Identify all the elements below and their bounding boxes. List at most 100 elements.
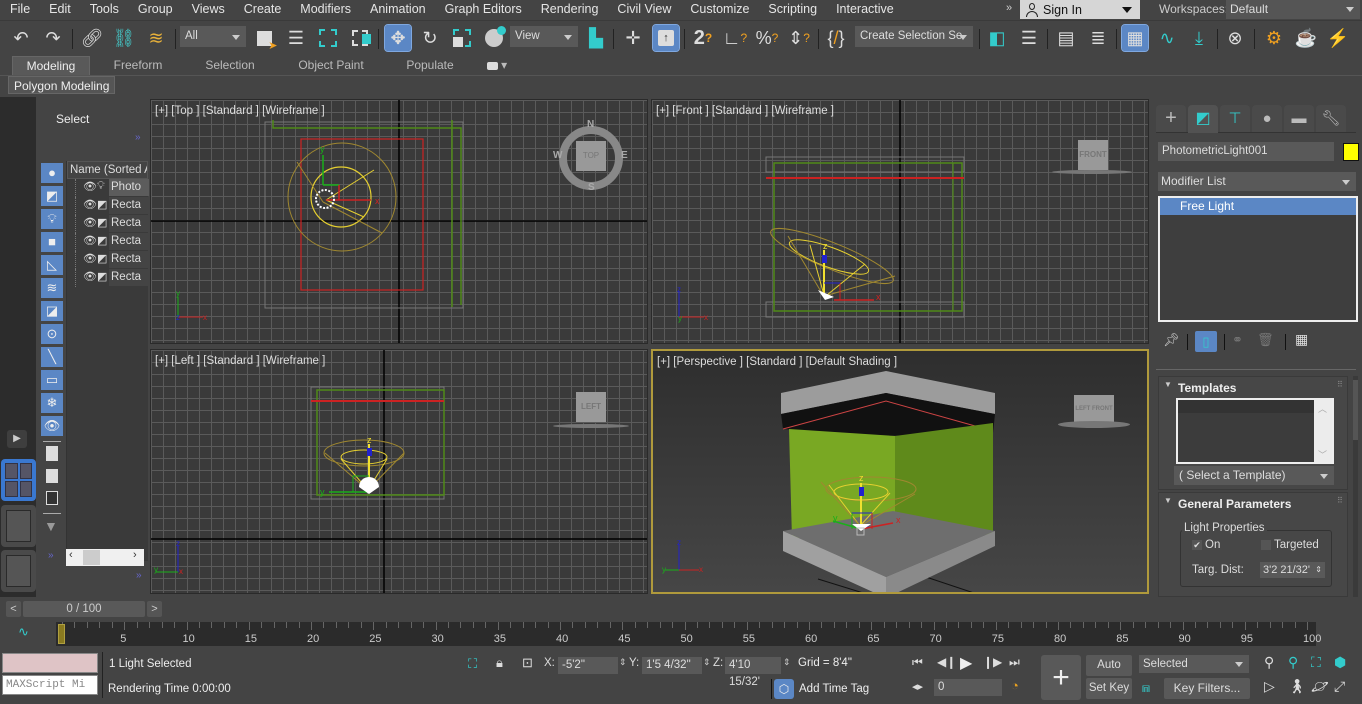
- time-marker[interactable]: [58, 624, 65, 644]
- vertical-scrollbar[interactable]: ︿ ﹀: [1314, 400, 1332, 462]
- menu-graph-editors[interactable]: Graph Editors: [435, 0, 531, 19]
- viewport-top[interactable]: [+] [Top ] [Standard ] [Wireframe ] x y …: [150, 99, 648, 344]
- visibility-eye-icon[interactable]: 👁︎: [83, 252, 97, 265]
- curve-editor-mini-icon[interactable]: ∿: [18, 624, 29, 640]
- object-name-input[interactable]: PhotometricLight001: [1158, 142, 1334, 161]
- zoom-extents-all-icon[interactable]: ⬢: [1334, 654, 1346, 671]
- sign-in-dropdown[interactable]: Sign In: [1020, 0, 1140, 19]
- remove-modifier-icon[interactable]: 🗑︎: [1257, 332, 1274, 348]
- select-move-icon[interactable]: ✥: [384, 24, 412, 52]
- rollout-collapse-icon[interactable]: ▼: [1164, 496, 1172, 505]
- viewport-label[interactable]: [+] [Perspective ] [Standard ] [Default …: [657, 356, 897, 368]
- select-scale-icon[interactable]: [449, 25, 475, 51]
- tab-modeling[interactable]: Modeling: [12, 56, 90, 75]
- default-in-out-tangents-icon[interactable]: ⩎: [1142, 679, 1150, 696]
- hierarchy-tab[interactable]: ⊤: [1220, 105, 1250, 132]
- helpers-filter-icon[interactable]: ◺: [41, 255, 63, 275]
- template-select-dropdown[interactable]: ( Select a Template): [1174, 466, 1334, 485]
- time-tag-icon[interactable]: ⬡: [774, 679, 794, 699]
- on-checkbox[interactable]: ✔: [1192, 540, 1202, 550]
- viewport-front[interactable]: [+] [Front ] [Standard ] [Wireframe ] z …: [651, 99, 1149, 344]
- auto-key-button[interactable]: Auto Key: [1086, 655, 1132, 692]
- layout-four-viewports[interactable]: [1, 459, 36, 501]
- targeted-checkbox[interactable]: [1261, 540, 1271, 550]
- viewport-label[interactable]: [+] [Front ] [Standard ] [Wireframe ]: [656, 105, 834, 117]
- zoom-all-icon[interactable]: ⚲: [1288, 654, 1298, 671]
- select-rotate-icon[interactable]: ↻: [417, 25, 443, 51]
- menu-tools[interactable]: Tools: [80, 0, 128, 19]
- expand-arrows-icon[interactable]: »: [48, 550, 54, 561]
- expand-arrows-icon[interactable]: »: [135, 132, 141, 143]
- rect-selection-region-icon[interactable]: [315, 25, 341, 51]
- set-key-button[interactable]: Set Key: [1086, 678, 1132, 699]
- time-slider[interactable]: 0 / 100: [23, 601, 145, 617]
- scroll-thumb[interactable]: [83, 550, 100, 565]
- stack-item-free-light[interactable]: Free Light: [1160, 198, 1356, 215]
- viewcube[interactable]: LEFT: [576, 392, 606, 422]
- scene-tree-row[interactable]: 👁︎ 💡︎ Photo: [75, 179, 149, 197]
- edit-named-selection-icon[interactable]: {/}: [823, 25, 849, 51]
- maximize-viewport-icon[interactable]: ⤢: [1334, 678, 1345, 695]
- scene-tree-row[interactable]: 👁︎ ◩ Recta: [75, 233, 149, 251]
- angle-snap-icon[interactable]: ∟?: [722, 25, 748, 51]
- track-bar[interactable]: 0510152025303540455055606570758085909510…: [56, 622, 1321, 646]
- viewport-label[interactable]: [+] [Top ] [Standard ] [Wireframe ]: [155, 105, 325, 117]
- expand-arrows-icon[interactable]: »: [136, 570, 142, 581]
- align-icon[interactable]: ☰: [1016, 25, 1042, 51]
- expand-layout-button[interactable]: ▶: [7, 430, 27, 448]
- xrefs-filter-icon[interactable]: ⊙: [41, 324, 63, 344]
- select-manipulate-icon[interactable]: ✛: [620, 25, 646, 51]
- command-panel-scrollbar[interactable]: [1353, 376, 1358, 597]
- scene-explorer-icon[interactable]: ▤: [1053, 25, 1079, 51]
- viewcube-ring[interactable]: [1052, 170, 1132, 174]
- hidden-filter-icon[interactable]: 👁︎: [41, 416, 63, 436]
- redo-icon[interactable]: ↷: [40, 25, 66, 51]
- shapes-filter-icon[interactable]: ◩: [41, 186, 63, 206]
- name-column-header[interactable]: Name (Sorted A: [67, 161, 148, 179]
- geometry-filter-icon[interactable]: ●: [41, 163, 63, 183]
- placement-icon[interactable]: [481, 25, 507, 51]
- previous-key-icon[interactable]: ◀❙: [937, 655, 956, 669]
- zoom-icon[interactable]: ⚲: [1264, 654, 1274, 671]
- menu-civil-view[interactable]: Civil View: [607, 0, 680, 19]
- scroll-left-icon[interactable]: ‹: [69, 549, 73, 561]
- field-of-view-icon[interactable]: ▷: [1264, 678, 1275, 695]
- spinner-snap-icon[interactable]: ⇕?: [786, 25, 812, 51]
- containers-filter-icon[interactable]: ▭: [41, 370, 63, 390]
- drag-handle-icon[interactable]: ⠿: [1337, 380, 1343, 389]
- select-none-icon[interactable]: [46, 469, 58, 483]
- scene-tree-row[interactable]: 👁︎ ◩ Recta: [75, 251, 149, 269]
- play-icon[interactable]: ▶: [960, 653, 972, 673]
- curve-editor-icon[interactable]: ∿: [1154, 25, 1180, 51]
- menu-scripting[interactable]: Scripting: [758, 0, 826, 19]
- z-coordinate-field[interactable]: 4'10 15/32': [725, 657, 781, 688]
- particles-filter-icon[interactable]: ❄: [41, 393, 63, 413]
- select-all-icon[interactable]: [46, 446, 58, 461]
- next-key-icon[interactable]: ❙▶: [983, 655, 1002, 669]
- groups-filter-icon[interactable]: ◪: [41, 301, 63, 321]
- make-unique-icon[interactable]: ⚭: [1232, 332, 1243, 348]
- visibility-eye-icon[interactable]: 👁︎: [83, 198, 97, 211]
- rendered-frame-window-icon[interactable]: ☕: [1293, 25, 1319, 51]
- bones-filter-icon[interactable]: ╲: [41, 347, 63, 367]
- modifier-list-dropdown[interactable]: Modifier List: [1158, 172, 1356, 191]
- pin-stack-icon[interactable]: 📌︎: [1163, 332, 1180, 348]
- show-end-result-icon[interactable]: ▯: [1195, 331, 1217, 352]
- visibility-eye-icon[interactable]: 👁︎: [83, 234, 97, 247]
- menu-file[interactable]: File: [0, 0, 39, 19]
- select-by-name-icon[interactable]: ☰: [283, 25, 309, 51]
- x-coordinate-field[interactable]: -5'2": [558, 657, 618, 674]
- object-color-swatch[interactable]: [1343, 143, 1359, 161]
- time-configuration-icon[interactable]: ◔: [1011, 678, 1019, 693]
- key-filters-button[interactable]: Key Filters...: [1164, 678, 1250, 699]
- display-tab[interactable]: ▬: [1284, 105, 1314, 132]
- render-production-icon[interactable]: ⚡: [1325, 25, 1351, 51]
- selection-lock-icon[interactable]: 🔒︎: [496, 655, 503, 671]
- zoom-extents-icon[interactable]: ⛶: [1311, 654, 1321, 671]
- menu-modifiers[interactable]: Modifiers: [290, 0, 360, 19]
- targ-dist-spinner[interactable]: 3'2 21/32' ⇕: [1260, 562, 1325, 578]
- scene-tree-row[interactable]: 👁︎ ◩ Recta: [75, 215, 149, 233]
- templates-list[interactable]: ︿ ﹀: [1176, 398, 1334, 464]
- horizontal-scrollbar[interactable]: ‹ ›: [66, 549, 144, 566]
- spinner-arrows-icon[interactable]: ⇕: [783, 657, 791, 668]
